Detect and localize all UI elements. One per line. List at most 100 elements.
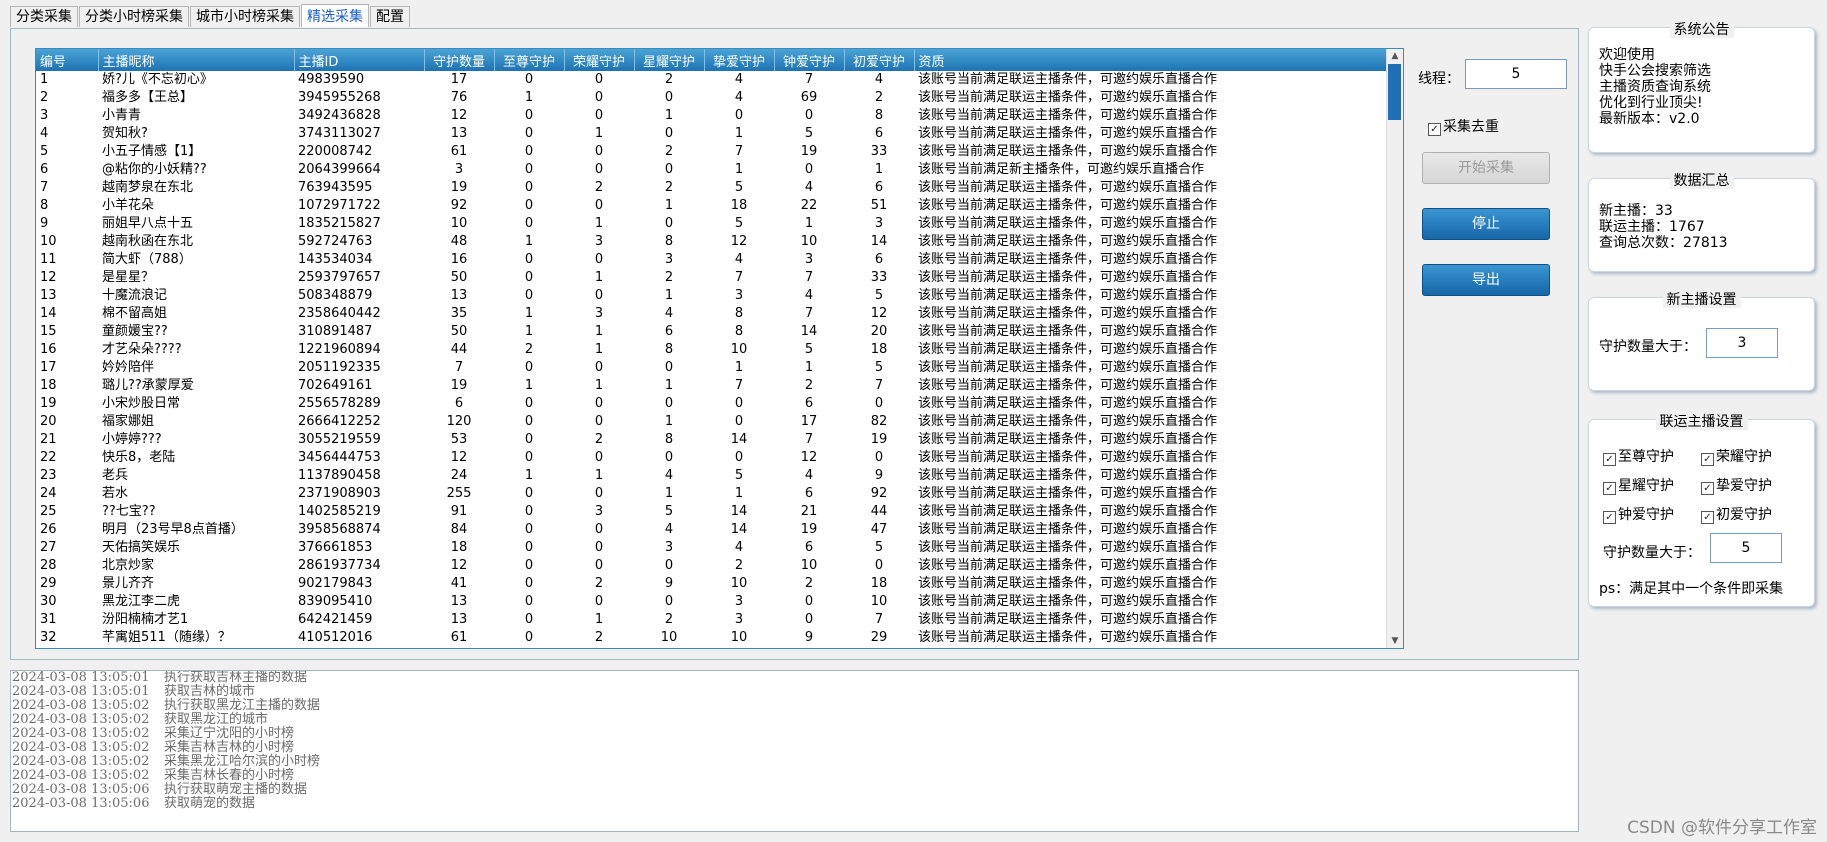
column-header[interactable]: 编号 bbox=[36, 49, 99, 71]
column-header[interactable]: 至尊守护 bbox=[494, 49, 565, 71]
table-cell: ??七宝?? bbox=[102, 504, 156, 519]
table-cell: 小婷婷??? bbox=[102, 432, 162, 447]
column-header[interactable]: 挚爱守护 bbox=[704, 49, 775, 71]
log-output[interactable]: 2024-03-08 13:05:01 执行获取吉林主播的数据 2024-03-08… bbox=[10, 670, 1579, 832]
table-row[interactable]: 12 是星星？ 2593797657 50 0 1 2 7 7 33 该账号当前满足联运主播条件，可… bbox=[36, 269, 1386, 287]
table-row[interactable]: 24 若水 2371908903 255 0 0 1 1 6 92 该账号当前满足联运主播条件，可邀… bbox=[36, 485, 1386, 503]
table-cell: 1 bbox=[664, 198, 674, 213]
column-header[interactable]: 星耀守护 bbox=[634, 49, 705, 71]
table-cell: 8 bbox=[874, 108, 884, 123]
table-cell: 19 bbox=[800, 144, 818, 159]
table-row[interactable]: 13 十魔流浪记 508348879 13 0 0 1 3 4 5 该账号当前满足联运主播条件，可邀… bbox=[36, 287, 1386, 305]
thread-count-input[interactable]: 5 bbox=[1465, 59, 1567, 89]
start-collect-button[interactable]: 开始采集 bbox=[1422, 152, 1550, 184]
table-row[interactable]: 22 快乐8，老陆 3456444753 12 0 0 0 0 12 0 该账号当前满足联运主播条件… bbox=[36, 449, 1386, 467]
table-row[interactable]: 31 汾阳楠楠才艺1 642421459 13 0 1 2 3 0 7 该账号当前满足联运主播条件，… bbox=[36, 611, 1386, 629]
new-anchor-guard-input[interactable]: 3 bbox=[1706, 328, 1778, 358]
table-cell: 1 bbox=[594, 468, 604, 483]
table-row[interactable]: 25 ??七宝?? 1402585219 91 0 3 5 14 21 44 该账号当前满足联运主播… bbox=[36, 503, 1386, 521]
option-supreme-guard[interactable]: ✓ 至尊守护 bbox=[1603, 446, 1674, 466]
column-header[interactable]: 主播昵称 bbox=[98, 49, 295, 71]
watermark: CSDN @软件分享工作室 bbox=[1627, 818, 1817, 838]
table-row[interactable]: 17 妗妗陪伴 2051192335 7 0 0 0 1 1 5 该账号当前满足联运主播条件，可邀约… bbox=[36, 359, 1386, 377]
table-cell: @粘你的小妖精?? bbox=[102, 162, 207, 177]
table-cell: 1 bbox=[804, 360, 814, 375]
table-row[interactable]: 18 璐儿??承蒙厚爱 702649161 19 1 1 1 7 2 7 该账号当前满足联运主播条件… bbox=[36, 377, 1386, 395]
table-cell: 702649161 bbox=[298, 378, 373, 393]
table-row[interactable]: 10 越南秋函在东北 592724763 48 1 3 8 12 10 14 该账号当前满足联运主播… bbox=[36, 233, 1386, 251]
table-cell: 6 bbox=[454, 396, 464, 411]
log-time: 2024-03-08 13:05:06 bbox=[12, 782, 150, 797]
column-header[interactable]: 资质 bbox=[914, 49, 1387, 71]
table-cell: 5 bbox=[734, 216, 744, 231]
tab-category-collect[interactable]: 分类采集 bbox=[10, 6, 78, 27]
table-cell: 14 bbox=[730, 432, 748, 447]
table-row[interactable]: 4 贺知秋? 3743113027 13 0 1 0 1 5 6 该账号当前满足联运主播条件，可邀约… bbox=[36, 125, 1386, 143]
option-first-love-guard[interactable]: ✓ 初爱守护 bbox=[1701, 504, 1772, 524]
table-cell: 14 bbox=[730, 504, 748, 519]
table-row[interactable]: 20 福家娜姐 2666412252 120 0 0 1 0 17 82 该账号当前满足联运主播条件… bbox=[36, 413, 1386, 431]
column-header[interactable]: 主播ID bbox=[294, 49, 425, 71]
table-row[interactable]: 2 福多多【王总】 3945955268 76 1 0 0 4 69 2 该账号当前满足联运主播条件… bbox=[36, 89, 1386, 107]
table-cell: 13 bbox=[450, 126, 468, 141]
table-row[interactable]: 14 棉不留高姐 2358640442 35 1 3 4 8 7 12 该账号当前满足联运主播条件，… bbox=[36, 305, 1386, 323]
scroll-thumb[interactable] bbox=[1388, 64, 1401, 120]
table-cell: 91 bbox=[450, 504, 468, 519]
table-row[interactable]: 28 北京炒家 2861937734 12 0 0 0 2 10 0 该账号当前满足联运主播条件，可… bbox=[36, 557, 1386, 575]
scroll-down-arrow-icon[interactable]: ▼ bbox=[1387, 634, 1403, 648]
table-row[interactable]: 6 @粘你的小妖精?? 2064399664 3 0 0 0 1 0 1 该账号当前满足新主播条件，… bbox=[36, 161, 1386, 179]
table-row[interactable]: 26 明月（23号早8点首播） 3958568874 84 0 0 4 14 19 47 该账号当前… bbox=[36, 521, 1386, 539]
table-cell: 0 bbox=[734, 396, 744, 411]
option-beloved-guard[interactable]: ✓ 挚爱守护 bbox=[1701, 475, 1772, 495]
column-header[interactable]: 荣耀守护 bbox=[564, 49, 635, 71]
table-row[interactable]: 1 娇?儿《不忘初心》 49839590 17 0 0 2 4 7 4 该账号当前满足联运主播条件，… bbox=[36, 71, 1386, 89]
anchor-data-grid[interactable]: 编号 主播昵称 主播ID 守护数量 至尊守护 荣耀守护 星耀守护 挚爱守护 钟爱… bbox=[35, 48, 1404, 649]
option-star-guard[interactable]: ✓ 星耀守护 bbox=[1603, 475, 1674, 495]
table-cell: 310891487 bbox=[298, 324, 373, 339]
table-row[interactable]: 9 丽姐早八点十五 1835215827 10 0 1 0 5 1 3 该账号当前满足联运主播条件，… bbox=[36, 215, 1386, 233]
table-row[interactable]: 23 老兵 1137890458 24 1 1 4 5 4 9 该账号当前满足联运主播条件，可邀约娱… bbox=[36, 467, 1386, 485]
table-row[interactable]: 27 天佑搞笑娱乐 376661853 18 0 0 3 4 6 5 该账号当前满足联运主播条件，可… bbox=[36, 539, 1386, 557]
table-cell: 该账号当前满足联运主播条件，可邀约娱乐直播合作 bbox=[918, 396, 1218, 411]
table-row[interactable]: 16 才艺朵朵???? 1221960894 44 2 1 8 10 5 18 该账号当前满足联运主… bbox=[36, 341, 1386, 359]
table-row[interactable]: 5 小五子情感【1】 220008742 61 0 0 2 7 19 33 该账号当前满足联运主播条… bbox=[36, 143, 1386, 161]
table-row[interactable]: 3 小青青 3492436828 12 0 0 1 0 0 8 该账号当前满足联运主播条件，可邀约娱… bbox=[36, 107, 1386, 125]
table-row[interactable]: 15 童颜媛宝?? 310891487 50 1 1 6 8 14 20 该账号当前满足联运主播条件… bbox=[36, 323, 1386, 341]
table-row[interactable]: 21 小婷婷??? 3055219559 53 0 2 8 14 7 19 该账号当前满足联运主播条… bbox=[36, 431, 1386, 449]
tab-city-hourly-collect[interactable]: 城市小时榜采集 bbox=[190, 6, 300, 27]
stop-button[interactable]: 停止 bbox=[1422, 208, 1550, 240]
scroll-up-arrow-icon[interactable]: ▲ bbox=[1387, 49, 1403, 63]
table-row[interactable]: 7 越南梦泉在东北 763943595 19 0 2 2 5 4 6 该账号当前满足联运主播条件，可… bbox=[36, 179, 1386, 197]
log-time: 2024-03-08 13:05:02 bbox=[12, 712, 150, 727]
dedup-checkbox[interactable]: ✓ 采集去重 bbox=[1428, 116, 1499, 136]
table-cell: 1 bbox=[664, 288, 674, 303]
checkbox-check-icon: ✓ bbox=[1603, 482, 1616, 495]
export-button[interactable]: 导出 bbox=[1422, 264, 1550, 296]
log-line: 2024-03-08 13:05:02 执行获取黑龙江主播的数据 bbox=[11, 699, 1578, 713]
table-cell: 0 bbox=[524, 630, 534, 645]
option-glory-guard[interactable]: ✓ 荣耀守护 bbox=[1701, 446, 1772, 466]
joint-anchor-settings-panel: 联运主播设置 ✓ 至尊守护 ✓ 荣耀守护 ✓ 星耀守护 ✓ 挚爱守护 ✓ 钟爱守护 ✓ 初爱… bbox=[1588, 414, 1815, 607]
tab-featured-collect[interactable]: 精选采集 bbox=[301, 4, 369, 27]
table-cell: 简大虾（788） bbox=[102, 252, 192, 267]
table-cell: 10 bbox=[40, 234, 57, 249]
tab-config[interactable]: 配置 bbox=[370, 6, 410, 27]
option-dear-guard[interactable]: ✓ 钟爱守护 bbox=[1603, 504, 1674, 524]
tab-category-hourly-collect[interactable]: 分类小时榜采集 bbox=[79, 6, 189, 27]
table-row[interactable]: 11 简大虾（788） 143534034 16 0 0 3 4 3 6 该账号当前满足联运主播条件… bbox=[36, 251, 1386, 269]
table-cell: 0 bbox=[594, 252, 604, 267]
joint-anchor-guard-input[interactable]: 5 bbox=[1710, 533, 1782, 563]
table-row[interactable]: 30 黑龙江李二虎 839095410 13 0 0 0 3 0 10 该账号当前满足联运主播条件，… bbox=[36, 593, 1386, 611]
table-cell: 33 bbox=[870, 270, 888, 285]
table-row[interactable]: 8 小羊花朵 1072971722 92 0 0 1 18 22 51 该账号当前满足联运主播条件，… bbox=[36, 197, 1386, 215]
column-header[interactable]: 钟爱守护 bbox=[774, 49, 845, 71]
vertical-scrollbar[interactable]: ▲ ▼ bbox=[1386, 49, 1403, 648]
column-header[interactable]: 初爱守护 bbox=[844, 49, 915, 71]
table-row[interactable]: 29 景儿齐齐 902179843 41 0 2 9 10 2 18 该账号当前满足联运主播条件，可… bbox=[36, 575, 1386, 593]
table-cell: 1 bbox=[664, 378, 674, 393]
table-cell: 0 bbox=[594, 198, 604, 213]
table-cell: 2666412252 bbox=[298, 414, 381, 429]
column-header[interactable]: 守护数量 bbox=[424, 49, 495, 71]
table-row[interactable]: 32 芊寓姐511（随缘）？ 410512016 61 0 2 10 10 9 29 该账号当前满足… bbox=[36, 629, 1386, 647]
table-row[interactable]: 19 小宋炒股日常 2556578289 6 0 0 0 0 6 0 该账号当前满足联运主播条件，可… bbox=[36, 395, 1386, 413]
